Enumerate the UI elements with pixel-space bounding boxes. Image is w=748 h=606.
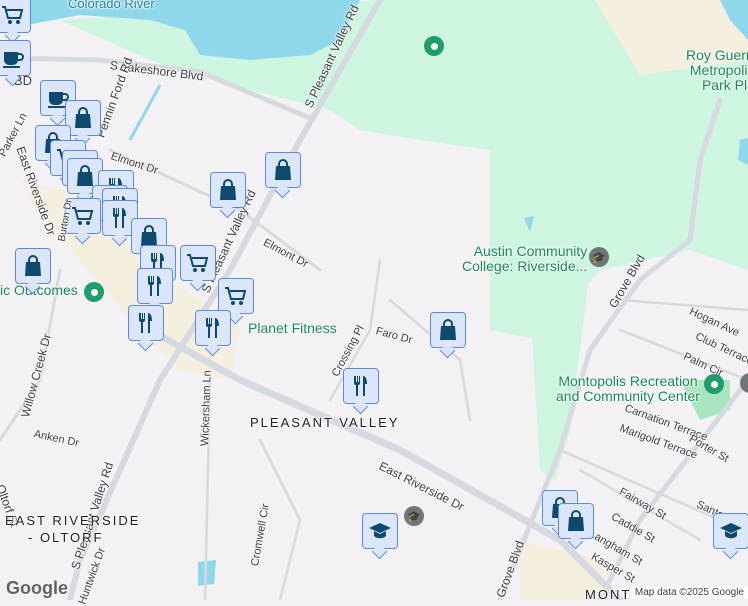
poi-pin-icon[interactable] — [84, 282, 104, 302]
google-logo: Google — [6, 578, 68, 598]
school-pin-icon[interactable]: 🎓 — [589, 247, 609, 267]
graduation-cap-icon — [719, 519, 743, 543]
fork-knife-icon — [134, 311, 158, 335]
park-pin-icon[interactable] — [704, 374, 724, 394]
shopping-bag-icon — [271, 158, 295, 182]
fork-knife-icon — [349, 374, 373, 398]
shopping-bag-icon — [216, 178, 240, 202]
graduation-cap-icon — [368, 519, 392, 543]
shopping-bag-icon — [564, 509, 588, 533]
poi-austin-community-college[interactable]: Austin Community College: Riverside... — [462, 244, 587, 274]
shopping-bag-icon — [436, 318, 460, 342]
poi-planet-fitness[interactable]: Planet Fitness — [248, 321, 337, 336]
shopping-cart-icon — [186, 251, 210, 275]
poi-roy-guerrero[interactable]: Roy Guerrero Metropolitan Park Pla — [686, 48, 748, 93]
restaurant-marker[interactable] — [137, 268, 173, 304]
bag-marker[interactable] — [265, 152, 301, 188]
cart-marker[interactable] — [180, 245, 216, 281]
coffee-marker[interactable] — [0, 40, 31, 76]
restaurant-marker[interactable] — [343, 368, 379, 404]
fork-knife-icon — [108, 206, 132, 230]
fork-knife-icon — [201, 316, 225, 340]
restaurant-marker[interactable] — [195, 310, 231, 346]
cart-marker[interactable] — [218, 278, 254, 314]
school-marker[interactable] — [362, 513, 398, 549]
cart-marker[interactable] — [0, 0, 31, 33]
shopping-cart-icon — [224, 284, 248, 308]
shopping-cart-icon — [1, 3, 25, 27]
school-pin-icon[interactable]: 🎓 — [404, 506, 424, 526]
area-label: PLEASANT VALLEY — [250, 415, 400, 430]
shopping-bag-icon — [71, 106, 95, 130]
park-pin-icon[interactable] — [424, 36, 444, 56]
bag-marker[interactable] — [210, 172, 246, 208]
bag-marker[interactable] — [15, 248, 51, 284]
poi-montopolis-recreation[interactable]: Montopolis Recreation and Community Cent… — [556, 374, 700, 404]
area-label: - OLTORF — [28, 530, 104, 545]
school-marker[interactable] — [713, 513, 748, 549]
area-label: EAST RIVERSIDE — [5, 513, 141, 528]
coffee-cup-icon — [1, 46, 25, 70]
bag-marker[interactable] — [558, 503, 594, 539]
map-attribution[interactable]: Map data ©2025 Google — [630, 586, 748, 599]
bag-marker[interactable] — [430, 312, 466, 348]
fork-knife-icon — [143, 274, 167, 298]
shopping-cart-icon — [71, 204, 95, 228]
restaurant-marker[interactable] — [128, 305, 164, 341]
shopping-bag-icon — [21, 254, 45, 278]
river-label: Colorado River — [68, 0, 155, 11]
